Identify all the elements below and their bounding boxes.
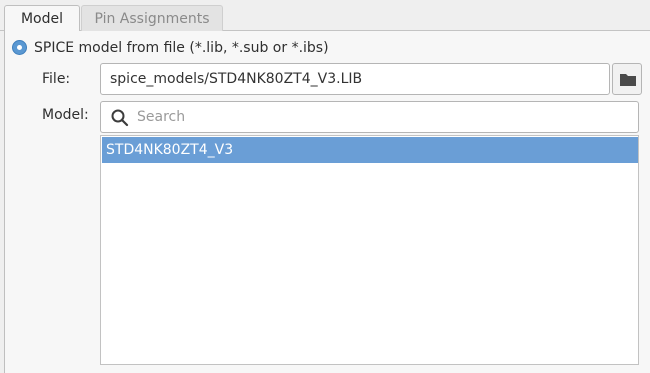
folder-icon (620, 74, 636, 86)
browse-folder-button[interactable] (612, 63, 642, 95)
spice-file-radio-label: SPICE model from file (*.lib, *.sub or *… (34, 40, 329, 56)
file-path-input[interactable]: spice_models/STD4NK80ZT4_V3.LIB (100, 63, 610, 95)
model-list[interactable]: STD4NK80ZT4_V3 (100, 135, 639, 365)
model-label: Model: (42, 107, 89, 123)
model-search-input[interactable]: Search (100, 101, 639, 133)
model-dialog-root: Model Pin Assignments SPICE model from f… (0, 0, 650, 373)
search-icon (111, 109, 129, 127)
file-label: File: (42, 71, 71, 87)
list-item[interactable]: STD4NK80ZT4_V3 (102, 137, 638, 163)
tab-pin-assignments[interactable]: Pin Assignments (81, 5, 223, 32)
tab-model[interactable]: Model (4, 5, 80, 32)
tab-bar: Model Pin Assignments (0, 0, 650, 32)
search-placeholder: Search (137, 109, 186, 125)
spice-file-radio[interactable] (12, 40, 27, 55)
